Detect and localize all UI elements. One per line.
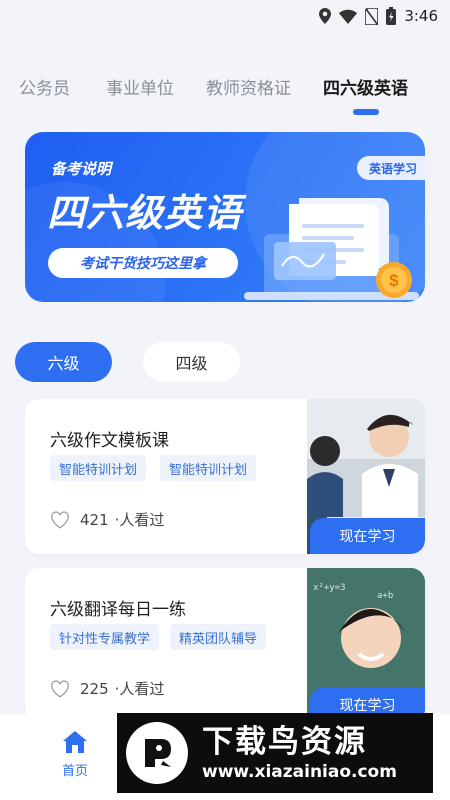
level-tab-cet4[interactable]: 四级	[143, 342, 240, 382]
banner-tag: 英语学习	[356, 156, 425, 180]
nav-home[interactable]: 首页	[52, 730, 98, 779]
watermark-banner: 下载鸟资源 www.xiazainiao.com	[117, 713, 433, 793]
banner-title: 四六级英语	[47, 191, 243, 235]
study-now-button[interactable]: 现在学习	[310, 518, 425, 554]
course-tag: 针对性专属教学	[50, 624, 160, 650]
tab-civil-servant[interactable]: 公务员	[19, 74, 70, 99]
level-tabs: 六级 四级	[15, 342, 255, 382]
promo-banner[interactable]: 备考说明 四六级英语 考试干货技巧这里拿 英语学习 $	[25, 132, 425, 302]
wifi-icon	[339, 9, 358, 24]
watermark-url: www.xiazainiao.com	[202, 762, 397, 782]
svg-text:x²+y=3: x²+y=3	[313, 583, 346, 593]
status-bar: 3:46	[0, 0, 450, 32]
status-time: 3:46	[404, 7, 438, 25]
heart-icon[interactable]	[50, 510, 70, 529]
laptop-document-illustration: $	[244, 198, 419, 300]
watermark-title: 下载鸟资源	[202, 724, 367, 760]
category-tabs: 公务员 事业单位 教师资格证 四六级英语	[0, 74, 450, 118]
course-views: 421 ·人看过	[50, 509, 164, 530]
course-views: 225 ·人看过	[50, 678, 164, 699]
active-tab-indicator	[353, 109, 379, 115]
course-card[interactable]: 六级作文模板课 智能特训计划 智能特训计划 421 ·人看过 现在学习	[25, 399, 425, 554]
heart-icon[interactable]	[50, 679, 70, 698]
battery-icon	[386, 7, 397, 25]
banner-kicker: 备考说明	[51, 160, 112, 178]
nav-home-label: 首页	[61, 764, 88, 779]
tab-public-institution[interactable]: 事业单位	[106, 74, 174, 99]
view-count: 421	[80, 510, 109, 529]
coin-icon: $	[376, 262, 412, 298]
tab-teacher-certificate[interactable]: 教师资格证	[206, 74, 291, 99]
course-tag: 智能特训计划	[50, 455, 147, 481]
level-tab-cet6[interactable]: 六级	[15, 342, 112, 382]
no-sim-icon	[365, 7, 379, 25]
banner-cta-pill[interactable]: 考试干货技巧这里拿	[48, 248, 238, 278]
course-title: 六级作文模板课	[50, 431, 169, 451]
view-count: 225	[80, 679, 109, 698]
course-tag: 精英团队辅导	[170, 624, 267, 650]
tab-cet-english[interactable]: 四六级英语	[323, 74, 408, 99]
home-icon	[63, 731, 87, 753]
svg-text:a+b: a+b	[377, 591, 393, 601]
view-suffix: ·人看过	[114, 680, 165, 698]
view-suffix: ·人看过	[114, 511, 165, 529]
location-icon	[319, 8, 332, 24]
course-tag: 智能特训计划	[160, 455, 257, 481]
coin-symbol: $	[389, 271, 399, 290]
bird-logo-icon	[126, 722, 188, 784]
course-card[interactable]: 六级翻译每日一练 针对性专属教学 精英团队辅导 225 ·人看过 x²+y=3 …	[25, 568, 425, 723]
course-title: 六级翻译每日一练	[50, 600, 186, 620]
